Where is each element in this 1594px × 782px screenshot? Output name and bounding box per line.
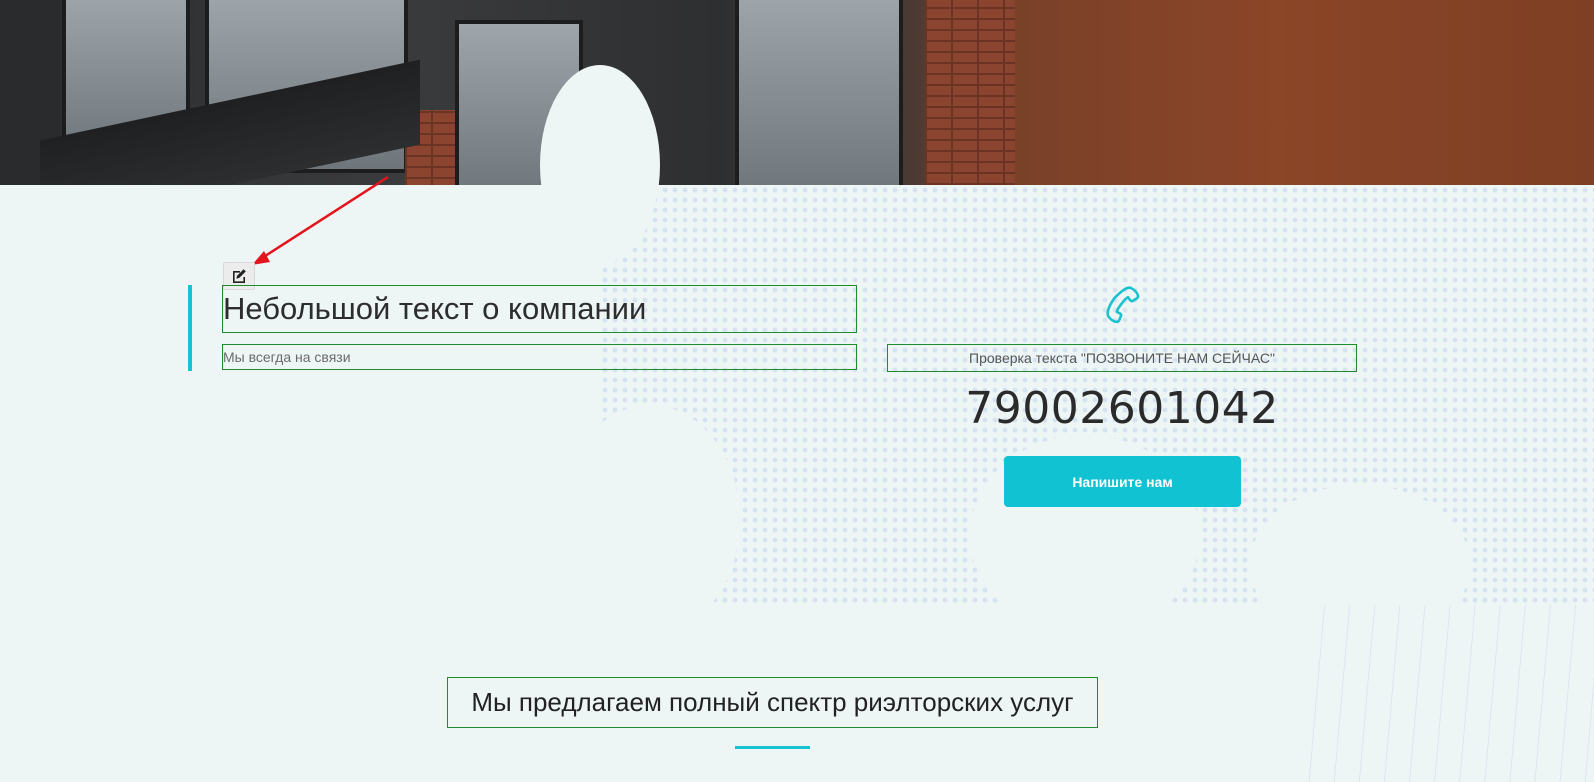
phone-number[interactable]: 79002601042 bbox=[887, 383, 1357, 434]
accent-bar bbox=[188, 285, 192, 371]
building-window bbox=[735, 0, 903, 185]
call-now-text[interactable]: Проверка текста "ПОЗВОНИТЕ НАМ СЕЙЧАС" bbox=[887, 344, 1357, 372]
edit-icon bbox=[233, 269, 246, 283]
write-us-button[interactable]: Напишите нам bbox=[1004, 456, 1241, 507]
hero-photo bbox=[0, 0, 1594, 185]
heading-underline bbox=[735, 746, 810, 749]
services-heading[interactable]: Мы предлагаем полный спектр риэлторских … bbox=[447, 677, 1098, 728]
phone-icon bbox=[1106, 286, 1140, 324]
brick-wall bbox=[925, 0, 1015, 185]
decorative-lines bbox=[1300, 605, 1594, 782]
about-subtitle[interactable]: Мы всегда на связи bbox=[222, 344, 857, 370]
about-title[interactable]: Небольшой текст о компании bbox=[222, 285, 857, 333]
